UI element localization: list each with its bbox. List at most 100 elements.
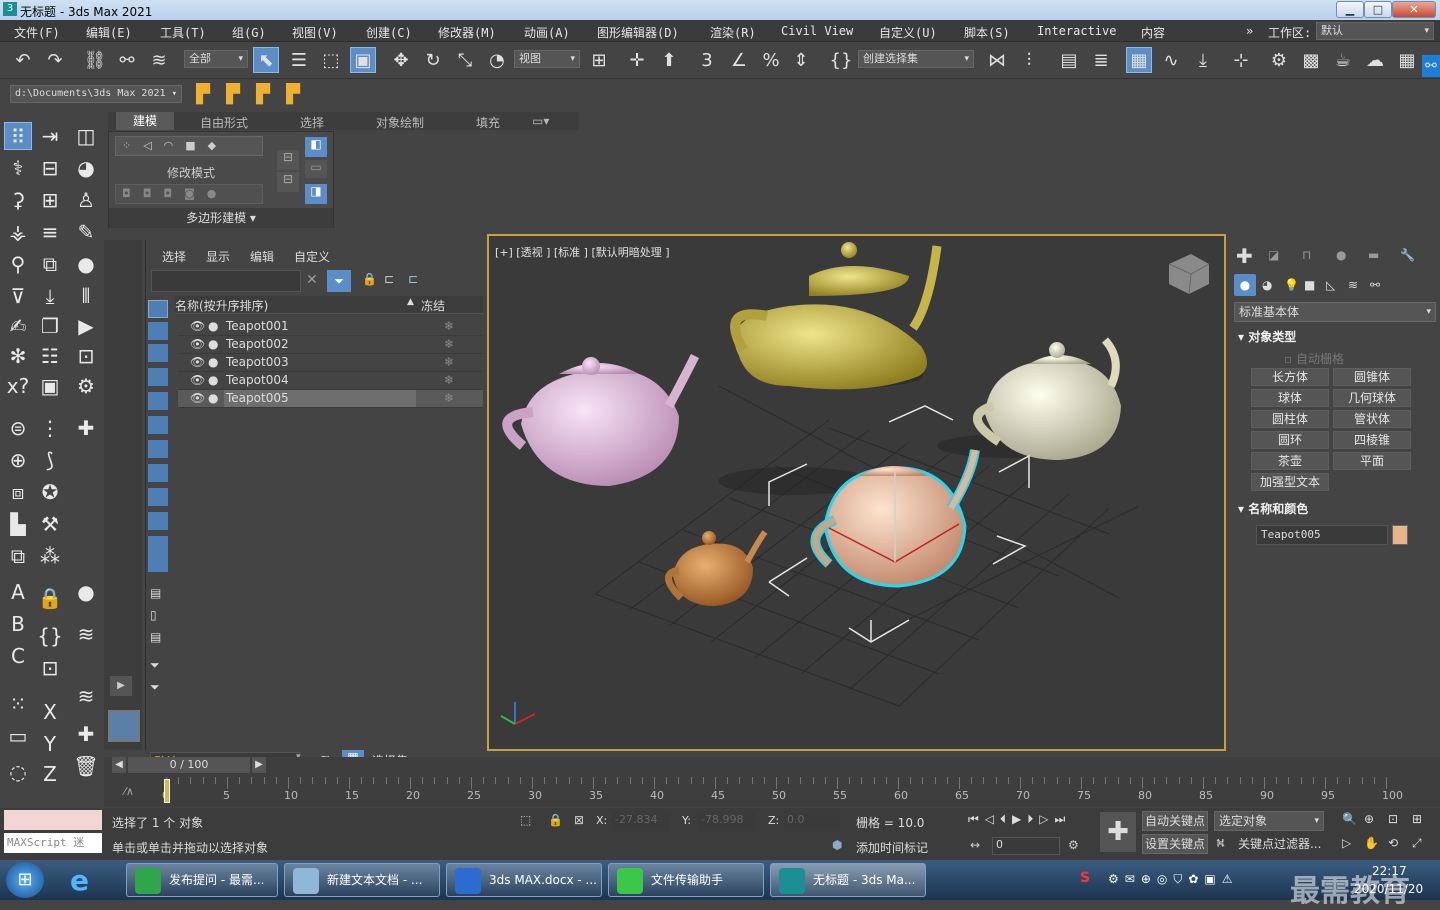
scene-explorer-icon[interactable]: ▤ [1056, 48, 1082, 74]
time-tag-icon[interactable]: ⬢ [832, 838, 842, 852]
hierarchy-tab-icon[interactable]: ⊓ [1302, 248, 1311, 262]
freeform-icon[interactable]: ✍ [4, 312, 32, 340]
snap-icon[interactable]: 3 [694, 48, 720, 74]
ribbon-options-icon[interactable]: ▭▾ [532, 114, 549, 128]
axis-y-icon[interactable]: Y [36, 730, 64, 758]
perspective-viewport[interactable]: [+] [透视 ] [标准 ] [默认明暗处理 ] [487, 234, 1226, 751]
ribbon-tab-object-paint[interactable]: 对象绘制 [376, 114, 424, 131]
filter-geometry-icon[interactable] [148, 300, 168, 318]
path-icon[interactable]: ⚲ [4, 250, 32, 278]
list-item[interactable]: 👁 ● Teapot001 ❄ [178, 318, 483, 336]
zoom-all-icon[interactable]: ⊕ [1364, 812, 1374, 826]
rendered-frame-icon[interactable]: ▩ [1298, 48, 1324, 74]
project-open-icon[interactable]: ▛ [220, 82, 246, 108]
project-new-icon[interactable]: ▛ [250, 82, 276, 108]
snowflake-icon[interactable]: ✻ [4, 342, 32, 370]
autogrid-checkbox[interactable]: ▫ 自动栅格 [1284, 350, 1344, 367]
cameras-category-icon[interactable]: ■ [1304, 278, 1315, 292]
visibility-icon[interactable]: 👁 [190, 390, 205, 407]
menu-file[interactable]: 文件(F) [14, 24, 60, 41]
filter-funnel2-icon[interactable]: ⏷ [150, 680, 160, 695]
object-type-rollout[interactable]: ▾ 对象类型 [1238, 328, 1428, 346]
modify-tab-icon[interactable]: ◪ [1268, 248, 1279, 262]
project-path-dropdown[interactable]: d:\Documents\3ds Max 2021 [10, 85, 182, 103]
freeze-icon[interactable]: ❄ [444, 336, 454, 353]
select-box-icon[interactable]: ▙ [4, 510, 32, 538]
ribbon-tab-freeform[interactable]: 自由形式 [200, 114, 248, 131]
filter-cameras-icon[interactable] [148, 368, 168, 386]
menu-view[interactable]: 视图(V) [292, 24, 338, 41]
curve-editor-icon[interactable]: ∿ [1158, 48, 1184, 74]
sphere-button[interactable]: 球体 [1251, 389, 1329, 407]
menu-animation[interactable]: 动画(A) [524, 24, 570, 41]
filter-containers-icon[interactable] [148, 512, 168, 530]
expand-arrow-icon[interactable]: ▶ [110, 676, 132, 696]
link-icon[interactable]: ⛓ [82, 48, 108, 74]
cone-button[interactable]: 圆锥体 [1333, 368, 1411, 386]
explorer-tab-display[interactable]: 显示 [206, 248, 230, 265]
playback-controls[interactable]: ⏮◁⏴▶⏵▷⏭ [968, 812, 1071, 827]
frame-ruler[interactable]: 0510152025303540455055606570758085909510… [162, 777, 1403, 805]
stack-icon[interactable]: ≡ [36, 218, 64, 246]
mirror-icon[interactable]: ⋈ [984, 48, 1010, 74]
add-layer-icon[interactable]: ⊕ [4, 446, 32, 474]
filter-frozen-icon[interactable] [148, 536, 168, 554]
cylinder-button[interactable]: 圆柱体 [1251, 410, 1329, 428]
maxscript-listener[interactable] [4, 810, 102, 830]
explorer-tab-customize[interactable]: 自定义 [294, 248, 330, 265]
shapes-category-icon[interactable]: ◕ [1262, 278, 1272, 292]
auto-key-button[interactable]: 自动关键点 [1142, 811, 1208, 831]
filter-helpers-icon[interactable] [148, 392, 168, 410]
menu-content[interactable]: 内容 [1141, 24, 1165, 41]
filter-groups-icon[interactable] [148, 440, 168, 458]
pivot-icon[interactable]: ⊞ [586, 48, 612, 74]
spacewarps-category-icon[interactable]: ≋ [1348, 278, 1358, 292]
stack-small-icon[interactable]: ≋ [72, 620, 100, 648]
place-icon[interactable]: ◔ [484, 48, 510, 74]
figure-icon[interactable]: ♙ [72, 186, 100, 214]
menu-tools[interactable]: 工具(T) [160, 24, 206, 41]
ie-icon[interactable]: e [70, 864, 89, 897]
lasso-icon[interactable]: ⚳ [4, 186, 32, 214]
current-frame-field[interactable]: 0 [992, 837, 1060, 855]
project-folder-icon[interactable]: ▛ [190, 82, 216, 108]
polygon-modeling-label[interactable]: 多边形建模 ▾ [109, 208, 333, 228]
play-icon[interactable]: ▶ [72, 312, 100, 340]
text-c-icon[interactable]: C [4, 642, 32, 670]
time-slider[interactable]: 0 / 100 [128, 757, 250, 773]
particles-icon[interactable]: ⁂ [36, 542, 64, 570]
fov-icon[interactable]: ▷ [1342, 836, 1351, 850]
list-item[interactable]: 👁 ● Teapot002 ❄ [178, 336, 483, 354]
select-by-name-icon[interactable]: ☰ [286, 48, 312, 74]
paint-select-icon[interactable]: ⚕ [4, 154, 32, 182]
visibility-icon[interactable]: 👁 [190, 354, 205, 371]
ribbon-tab-modeling[interactable]: 建模 [116, 112, 174, 130]
filter-funnel-icon[interactable]: ⏷ [150, 658, 160, 673]
film-icon[interactable]: ⊡ [72, 342, 100, 370]
select-object-icon[interactable]: ⬉ [253, 47, 279, 73]
pencil-icon[interactable]: ✎ [72, 218, 100, 246]
filter-xrefs-icon[interactable] [148, 464, 168, 482]
render-dot-icon[interactable]: ● [208, 354, 218, 371]
set-key-button[interactable]: 设置关键点 [1142, 834, 1208, 854]
move-icon[interactable]: ✥ [388, 48, 414, 74]
grid-icon[interactable]: ⋮ [36, 414, 64, 442]
column-freeze-header[interactable]: 冻结 [421, 297, 445, 314]
filter-icon[interactable]: ⏷ [327, 270, 351, 292]
z-coord-field[interactable]: 0.0 [784, 813, 840, 831]
selection-lock-icon[interactable]: 🔒 [548, 813, 563, 827]
pan-icon[interactable]: ✋ [1364, 836, 1379, 850]
torus-button[interactable]: 圆环 [1251, 431, 1329, 449]
schematic-view-icon[interactable]: ⊹ [1228, 48, 1254, 74]
named-selection-dropdown[interactable]: 创建选择集 [858, 50, 974, 68]
unlink-icon[interactable]: ⚯ [114, 48, 140, 74]
frames-icon[interactable]: ⫴ [72, 282, 100, 310]
helpers-category-icon[interactable]: ◺ [1326, 278, 1335, 292]
viewcube-icon[interactable] [1168, 254, 1210, 295]
lights-category-icon[interactable]: 💡 [1284, 278, 1299, 292]
populate-icon[interactable]: ⇥ [36, 122, 64, 150]
filter-spacewarps-icon[interactable] [148, 416, 168, 434]
workspace-dropdown[interactable]: 默认 [1316, 22, 1434, 40]
filter-shapes-icon[interactable] [148, 322, 168, 340]
spinner-snap-icon[interactable]: ⇕ [788, 48, 814, 74]
